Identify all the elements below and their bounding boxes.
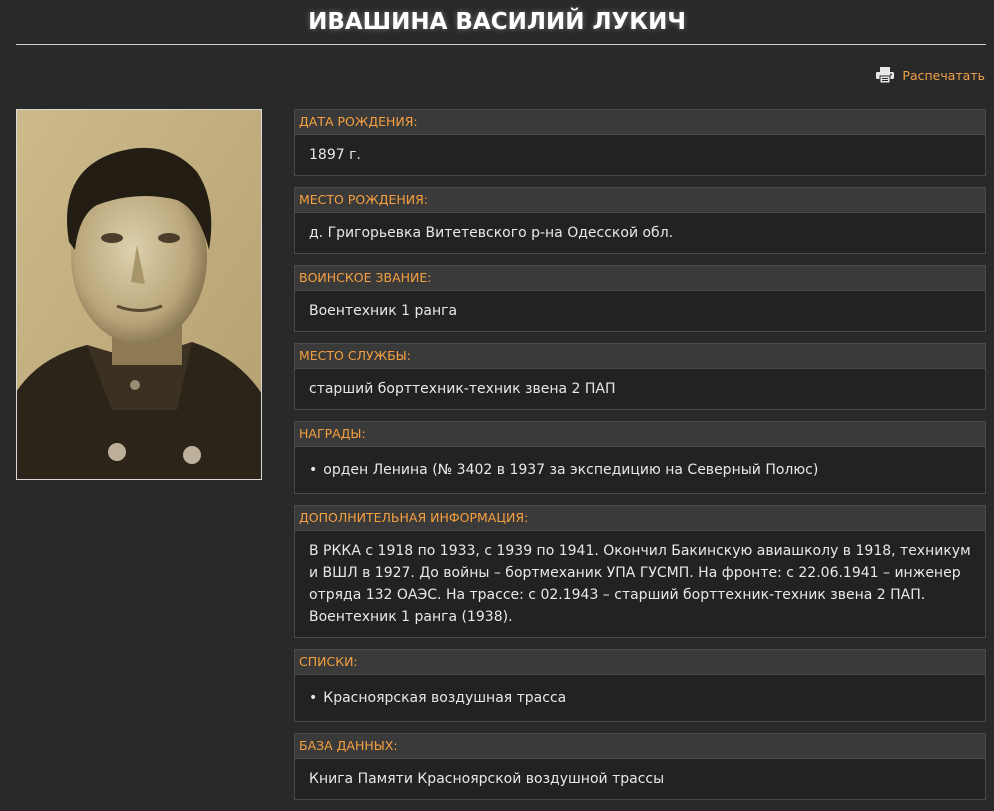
page-title: ИВАШИНА ВАСИЛИЙ ЛУКИЧ <box>308 9 686 35</box>
printer-icon <box>876 67 895 83</box>
field-value: д. Григорьевка Витетевского р-на Одесско… <box>295 213 985 253</box>
field-value: орден Ленина (№ 3402 в 1937 за экспедици… <box>295 447 985 493</box>
field-value: старший борттехник-техник звена 2 ПАП <box>295 369 985 409</box>
field-database: БАЗА ДАННЫХ: Книга Памяти Красноярской в… <box>294 733 986 800</box>
print-label: Распечатать <box>902 67 985 83</box>
field-label: МЕСТО СЛУЖБЫ: <box>295 344 985 369</box>
field-label: СПИСКИ: <box>295 650 985 675</box>
field-value: В РККА с 1918 по 1933, с 1939 по 1941. О… <box>295 531 985 637</box>
info-fields: ДАТА РОЖДЕНИЯ: 1897 г. МЕСТО РОЖДЕНИЯ: д… <box>294 109 986 811</box>
title-divider <box>16 44 986 45</box>
field-label: ДАТА РОЖДЕНИЯ: <box>295 110 985 135</box>
field-label: ВОИНСКОЕ ЗВАНИЕ: <box>295 266 985 291</box>
list-item: Красноярская воздушная трасса <box>309 687 971 709</box>
field-label: НАГРАДЫ: <box>295 422 985 447</box>
field-rank: ВОИНСКОЕ ЗВАНИЕ: Воентехник 1 ранга <box>294 265 986 332</box>
portrait-photo <box>16 109 262 480</box>
field-value: 1897 г. <box>295 135 985 175</box>
print-button[interactable]: Распечатать <box>876 66 985 84</box>
field-label: МЕСТО РОЖДЕНИЯ: <box>295 188 985 213</box>
field-label: ДОПОЛНИТЕЛЬНАЯ ИНФОРМАЦИЯ: <box>295 506 985 531</box>
field-awards: НАГРАДЫ: орден Ленина (№ 3402 в 1937 за … <box>294 421 986 494</box>
field-lists: СПИСКИ: Красноярская воздушная трасса <box>294 649 986 722</box>
field-birth-place: МЕСТО РОЖДЕНИЯ: д. Григорьевка Витетевск… <box>294 187 986 254</box>
list-item: орден Ленина (№ 3402 в 1937 за экспедици… <box>309 459 971 481</box>
field-value: Книга Памяти Красноярской воздушной трас… <box>295 759 985 799</box>
field-value: Красноярская воздушная трасса <box>295 675 985 721</box>
field-label: БАЗА ДАННЫХ: <box>295 734 985 759</box>
field-additional-info: ДОПОЛНИТЕЛЬНАЯ ИНФОРМАЦИЯ: В РККА с 1918… <box>294 505 986 638</box>
field-birth-date: ДАТА РОЖДЕНИЯ: 1897 г. <box>294 109 986 176</box>
field-value: Воентехник 1 ранга <box>295 291 985 331</box>
field-service-place: МЕСТО СЛУЖБЫ: старший борттехник-техник … <box>294 343 986 410</box>
